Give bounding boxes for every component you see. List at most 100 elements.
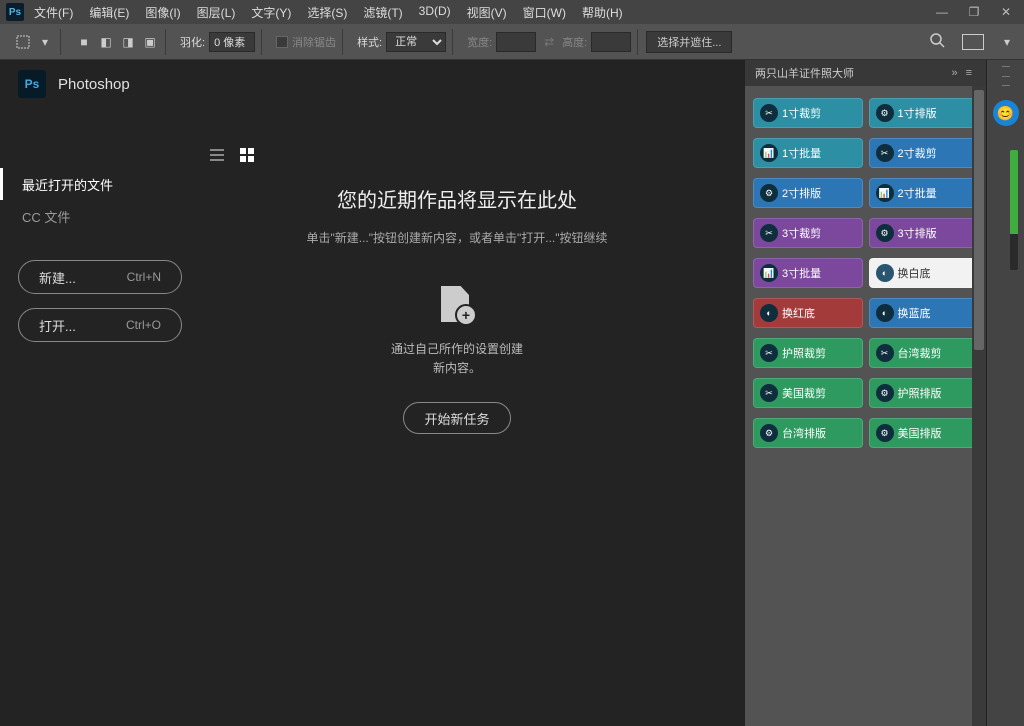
plugin-button-label: 3寸裁剪: [782, 225, 821, 241]
plugin-button-icon: ⚙: [876, 424, 894, 442]
screen-mode-icon[interactable]: [962, 34, 984, 50]
plugin-button[interactable]: ✂3寸裁剪: [753, 218, 863, 248]
open-button-label: 打开...: [39, 316, 76, 335]
swap-icon[interactable]: ⇄: [540, 33, 558, 51]
dropdown-icon[interactable]: ▾: [36, 33, 54, 51]
width-label: 宽度:: [467, 34, 492, 50]
menu-item[interactable]: 图像(I): [137, 1, 188, 24]
plugin-button[interactable]: ✂台湾裁剪: [869, 338, 979, 368]
plugin-button[interactable]: ◐换红底: [753, 298, 863, 328]
plugin-button-label: 台湾裁剪: [898, 345, 942, 361]
antialias-checkbox[interactable]: [276, 36, 288, 48]
menu-item[interactable]: 图层(L): [189, 1, 244, 24]
menu-item[interactable]: 编辑(E): [81, 1, 137, 24]
list-view-icon[interactable]: [210, 148, 226, 164]
plugin-button-label: 2寸批量: [898, 185, 937, 201]
assistant-icon[interactable]: 😊: [993, 100, 1019, 126]
plugin-button[interactable]: ⚙美国排版: [869, 418, 979, 448]
select-and-mask-button[interactable]: 选择并遮住...: [646, 31, 732, 53]
scrollbar-thumb[interactable]: [974, 90, 984, 350]
plugin-button-label: 换蓝底: [898, 305, 931, 321]
home-nav: 最近打开的文件 CC 文件 新建... Ctrl+N 打开... Ctrl+O: [0, 108, 200, 726]
search-icon[interactable]: [930, 33, 948, 51]
plugin-scrollbar[interactable]: [972, 86, 986, 726]
new-button[interactable]: 新建... Ctrl+N: [18, 260, 182, 294]
plugin-button[interactable]: ◐换蓝底: [869, 298, 979, 328]
maximize-icon[interactable]: ❐: [962, 5, 986, 19]
plugin-button-label: 换红底: [782, 305, 815, 321]
selection-new-icon[interactable]: ■: [75, 33, 93, 51]
plugin-button[interactable]: ⚙台湾排版: [753, 418, 863, 448]
nav-cc-files[interactable]: CC 文件: [0, 200, 200, 232]
marquee-tool-icon[interactable]: [14, 33, 32, 51]
app-name: Photoshop: [58, 76, 130, 93]
plugin-button-label: 2寸裁剪: [898, 145, 937, 161]
grid-view-icon[interactable]: [240, 148, 256, 164]
menu-item[interactable]: 窗口(W): [515, 1, 574, 24]
plugin-button[interactable]: ✂1寸裁剪: [753, 98, 863, 128]
width-input[interactable]: [496, 32, 536, 52]
plugin-button-label: 3寸批量: [782, 265, 821, 281]
open-button[interactable]: 打开... Ctrl+O: [18, 308, 182, 342]
plugin-button-label: 护照裁剪: [782, 345, 826, 361]
home-subtitle: 单击"新建..."按钮创建新内容，或者单击"打开..."按钮继续: [210, 229, 704, 246]
plugin-button-label: 1寸裁剪: [782, 105, 821, 121]
selection-subtract-icon[interactable]: ◨: [119, 33, 137, 51]
open-shortcut: Ctrl+O: [126, 318, 161, 332]
plugin-button-icon: ⚙: [760, 424, 778, 442]
plugin-button-icon: ✂: [876, 144, 894, 162]
plugin-tab[interactable]: 两只山羊证件照大师 » ≡: [745, 60, 986, 86]
screen-dropdown-icon[interactable]: ▾: [998, 33, 1016, 51]
plugin-panel: 两只山羊证件照大师 » ≡ ✂1寸裁剪⚙1寸排版📊1寸批量✂2寸裁剪⚙2寸排版📊…: [744, 60, 986, 726]
plugin-button[interactable]: ✂护照裁剪: [753, 338, 863, 368]
menu-item[interactable]: 滤镜(T): [355, 1, 410, 24]
new-document-icon: [437, 286, 477, 326]
plugin-button-icon: 📊: [876, 184, 894, 202]
plugin-button-icon: ✂: [760, 344, 778, 362]
plugin-button[interactable]: ⚙护照排版: [869, 378, 979, 408]
plugin-button[interactable]: 📊1寸批量: [753, 138, 863, 168]
plugin-button[interactable]: ⚙1寸排版: [869, 98, 979, 128]
selection-intersect-icon[interactable]: ▣: [141, 33, 159, 51]
feather-input[interactable]: [209, 32, 255, 52]
plugin-button-icon: 📊: [760, 144, 778, 162]
plugin-button[interactable]: 📊2寸批量: [869, 178, 979, 208]
plugin-button-icon: ⚙: [876, 224, 894, 242]
panel-menu-icon[interactable]: ≡: [962, 67, 976, 79]
menu-item[interactable]: 3D(D): [411, 1, 459, 24]
plugin-button[interactable]: 📊3寸批量: [753, 258, 863, 288]
new-button-label: 新建...: [39, 268, 76, 287]
plugin-button-label: 美国排版: [898, 425, 942, 441]
plugin-button-icon: ⚙: [876, 104, 894, 122]
menu-item[interactable]: 文件(F): [26, 1, 81, 24]
plugin-button-label: 1寸排版: [898, 105, 937, 121]
nav-recent[interactable]: 最近打开的文件: [0, 168, 200, 200]
plugin-button-icon: ◐: [760, 304, 778, 322]
plugin-button[interactable]: ◐换白底: [869, 258, 979, 288]
plugin-button[interactable]: ⚙3寸排版: [869, 218, 979, 248]
start-task-button[interactable]: 开始新任务: [403, 402, 510, 434]
selection-add-icon[interactable]: ◧: [97, 33, 115, 51]
plugin-button-icon: ✂: [760, 224, 778, 242]
plugin-button-icon: ⚙: [876, 384, 894, 402]
close-icon[interactable]: ✕: [994, 5, 1018, 19]
plugin-button-label: 护照排版: [898, 385, 942, 401]
plugin-button-icon: ⚙: [760, 184, 778, 202]
menu-item[interactable]: 文字(Y): [243, 1, 299, 24]
plugin-button[interactable]: ✂美国裁剪: [753, 378, 863, 408]
menu-item[interactable]: 帮助(H): [574, 1, 631, 24]
window-controls: — ❐ ✕: [930, 5, 1018, 19]
antialias-label: 消除锯齿: [292, 34, 336, 50]
plugin-button[interactable]: ⚙2寸排版: [753, 178, 863, 208]
plugin-button-icon: ✂: [760, 384, 778, 402]
options-bar: ▾ ■ ◧ ◨ ▣ 羽化: 消除锯齿 样式: 正常 宽度: ⇄ 高度: 选择并遮…: [0, 24, 1024, 60]
minimize-icon[interactable]: —: [930, 5, 954, 19]
menu-item[interactable]: 视图(V): [459, 1, 515, 24]
plugin-button[interactable]: ✂2寸裁剪: [869, 138, 979, 168]
menu-item[interactable]: 选择(S): [299, 1, 355, 24]
height-label: 高度:: [562, 34, 587, 50]
style-select[interactable]: 正常: [386, 32, 446, 52]
panel-collapse-icon[interactable]: »: [947, 67, 961, 79]
photoshop-badge-icon: Ps: [6, 3, 24, 21]
height-input[interactable]: [591, 32, 631, 52]
